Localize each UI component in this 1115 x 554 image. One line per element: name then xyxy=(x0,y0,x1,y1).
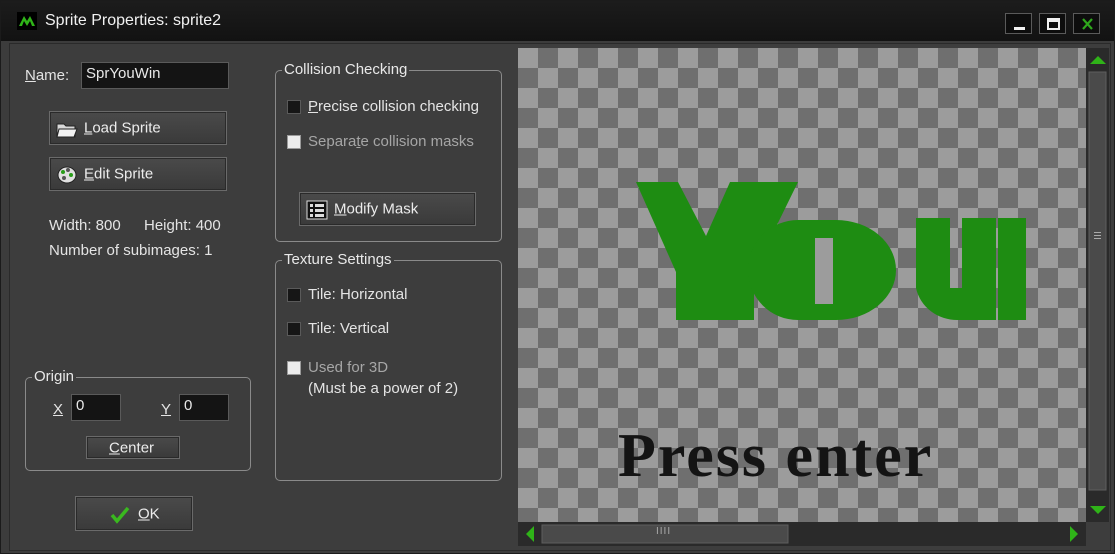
edit-sprite-button[interactable]: Edit Sprite xyxy=(49,157,227,191)
sprite-image: Press enter xyxy=(618,182,1026,490)
load-sprite-label: Load Sprite xyxy=(84,119,161,137)
maximize-button[interactable] xyxy=(1039,13,1066,34)
game-maker-logo-icon xyxy=(17,12,37,30)
vertical-scrollbar[interactable] xyxy=(1086,48,1109,522)
resize-corner xyxy=(1086,522,1109,546)
texture-group-title: Texture Settings xyxy=(282,251,394,268)
precise-collision-label: Precise collision checking xyxy=(308,98,479,115)
used-for-3d-label: Used for 3D xyxy=(308,359,389,376)
title-bar[interactable]: Sprite Properties: sprite2 xyxy=(1,1,1114,41)
window-title: Sprite Properties: sprite2 xyxy=(45,12,222,29)
you-graphic xyxy=(636,182,1026,321)
origin-y-label: Y xyxy=(161,401,172,418)
center-button[interactable]: Center xyxy=(86,436,180,459)
origin-x-input[interactable]: 0 xyxy=(71,394,121,421)
folder-open-icon xyxy=(56,123,78,138)
palette-icon xyxy=(57,166,77,184)
modify-mask-button[interactable]: Modify Mask xyxy=(299,192,476,226)
mask-list-icon xyxy=(306,200,328,220)
load-sprite-button[interactable]: Load Sprite xyxy=(49,111,227,145)
edit-sprite-label: Edit Sprite xyxy=(84,165,154,183)
vertical-scrollbar-graphics xyxy=(1088,56,1107,514)
origin-group-title: Origin xyxy=(32,368,77,385)
minimize-icon xyxy=(1014,27,1025,30)
subimages-info: Number of subimages: 1 xyxy=(49,242,213,259)
ok-label: OK xyxy=(138,505,160,522)
close-icon xyxy=(1082,18,1093,30)
scroll-left-icon xyxy=(526,526,534,542)
origin-x-label: X xyxy=(53,401,64,418)
minimize-button[interactable] xyxy=(1005,13,1032,34)
close-button[interactable] xyxy=(1073,13,1100,34)
modify-mask-label: Modify Mask xyxy=(334,200,419,218)
precise-collision-checkbox[interactable] xyxy=(287,100,301,114)
horizontal-scrollbar[interactable]: IIII xyxy=(518,522,1086,546)
tile-vertical-label: Tile: Vertical xyxy=(308,320,390,337)
height-info: Height: 400 xyxy=(144,217,221,234)
width-info: Width: 800 xyxy=(49,217,121,234)
origin-y-input[interactable]: 0 xyxy=(179,394,229,421)
press-enter-graphic: Press enter xyxy=(618,422,933,490)
checkmark-icon xyxy=(110,506,130,524)
scroll-right-icon xyxy=(1070,526,1078,542)
tile-horizontal-checkbox[interactable] xyxy=(287,288,301,302)
name-input[interactable]: SprYouWin xyxy=(81,62,229,89)
scroll-up-icon xyxy=(1090,56,1106,64)
separate-masks-label: Separate collision masks xyxy=(308,133,474,150)
sprite-preview-canvas[interactable]: Press enter xyxy=(518,48,1086,522)
sprite-properties-window: Sprite Properties: sprite2 Name: SprYouW… xyxy=(0,0,1115,554)
name-label: Name: xyxy=(25,67,70,84)
separate-masks-checkbox[interactable] xyxy=(287,135,301,149)
collision-group-title: Collision Checking xyxy=(282,61,410,78)
power-of-two-note: (Must be a power of 2) xyxy=(308,380,459,397)
tile-horizontal-label: Tile: Horizontal xyxy=(308,286,408,303)
maximize-icon xyxy=(1047,18,1060,30)
used-for-3d-checkbox[interactable] xyxy=(287,361,301,375)
tile-vertical-checkbox[interactable] xyxy=(287,322,301,336)
ok-button[interactable]: OK xyxy=(75,496,193,531)
center-label: Center xyxy=(109,439,155,456)
scroll-grip: IIII xyxy=(656,526,672,537)
horizontal-scrollbar-graphics xyxy=(526,524,1078,544)
scroll-down-icon xyxy=(1090,506,1106,514)
